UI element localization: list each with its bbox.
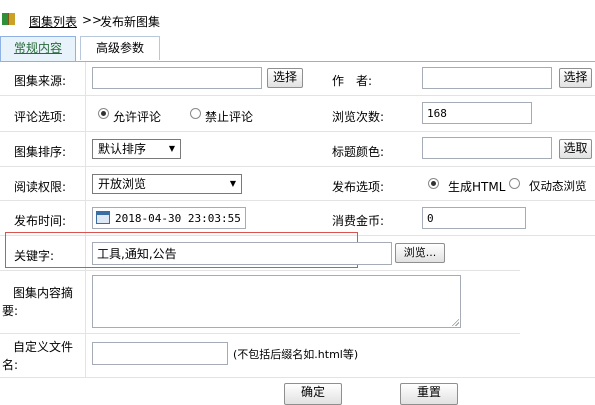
comment-deny-label: 禁止评论: [205, 110, 254, 124]
row-divider: [0, 270, 520, 271]
views-label: 浏览次数:: [332, 110, 385, 124]
comment-label: 评论选项:: [14, 110, 67, 124]
publish-time-label: 发布时间:: [14, 214, 67, 228]
publish-dynamic-radio[interactable]: [509, 178, 520, 189]
author-label: 作 者:: [332, 74, 373, 88]
dropdown-arrow-icon: ▼: [168, 144, 175, 153]
filename-label: 自定义文件名:: [2, 340, 74, 372]
row-divider: [0, 131, 595, 132]
views-input[interactable]: [422, 102, 532, 124]
filename-input[interactable]: [92, 342, 228, 365]
keyword-browse-button[interactable]: 浏览...: [395, 243, 445, 263]
title-color-pick-button[interactable]: 选取: [559, 139, 592, 159]
dropdown-arrow-icon: ▼: [229, 179, 236, 188]
coin-cost-input[interactable]: [422, 207, 526, 229]
title-color-input[interactable]: [422, 137, 552, 159]
tab-advanced[interactable]: 高级参数: [80, 36, 160, 60]
publish-dynamic-label: 仅动态浏览: [529, 179, 587, 193]
order-select[interactable]: 默认排序 ▼: [92, 139, 181, 159]
row-divider: [0, 166, 595, 167]
row-divider: [0, 333, 520, 334]
book-icon: [2, 13, 15, 25]
row-divider: [0, 95, 595, 96]
read-permission-label: 阅读权限:: [14, 180, 67, 194]
breadcrumb-current: 发布新图集: [100, 15, 161, 29]
calendar-icon[interactable]: [96, 211, 110, 224]
source-label: 图集来源:: [14, 74, 67, 88]
coin-cost-label: 消费金币:: [332, 214, 385, 228]
reset-button[interactable]: 重置: [400, 383, 458, 405]
comment-deny-radio[interactable]: [190, 108, 201, 119]
order-label: 图集排序:: [14, 145, 67, 159]
row-divider: [0, 200, 595, 201]
row-divider: [0, 377, 595, 378]
publish-html-radio[interactable]: [428, 178, 439, 189]
summary-textarea[interactable]: [92, 275, 461, 328]
publish-html-label: 生成HTML: [448, 180, 506, 194]
comment-allow-label: 允许评论: [113, 110, 162, 124]
keyword-label: 关键字:: [14, 249, 55, 263]
read-permission-select[interactable]: 开放浏览 ▼: [92, 174, 242, 194]
comment-allow-radio[interactable]: [98, 108, 109, 119]
order-selected-value: 默认排序: [98, 142, 147, 156]
keyword-input[interactable]: [92, 242, 392, 265]
resize-grip-icon[interactable]: [451, 318, 459, 326]
author-select-button[interactable]: 选择: [559, 68, 592, 88]
publish-time-input[interactable]: [92, 207, 246, 229]
read-permission-selected-value: 开放浏览: [98, 177, 147, 191]
source-select-button[interactable]: 选择: [267, 68, 303, 88]
filename-hint: (不包括后缀名如.html等): [233, 348, 359, 361]
column-divider: [85, 62, 86, 377]
source-input[interactable]: [92, 67, 262, 89]
title-color-label: 标题颜色:: [332, 145, 385, 159]
tab-general[interactable]: 常规内容: [0, 36, 76, 61]
publish-option-label: 发布选项:: [332, 180, 385, 194]
summary-label: 图集内容摘要:: [2, 286, 74, 318]
breadcrumb-gallery-list-link[interactable]: 图集列表: [29, 13, 77, 30]
tab-bar: 常规内容 高级参数: [0, 36, 595, 62]
author-input[interactable]: [422, 67, 552, 89]
confirm-button[interactable]: 确定: [284, 383, 342, 405]
